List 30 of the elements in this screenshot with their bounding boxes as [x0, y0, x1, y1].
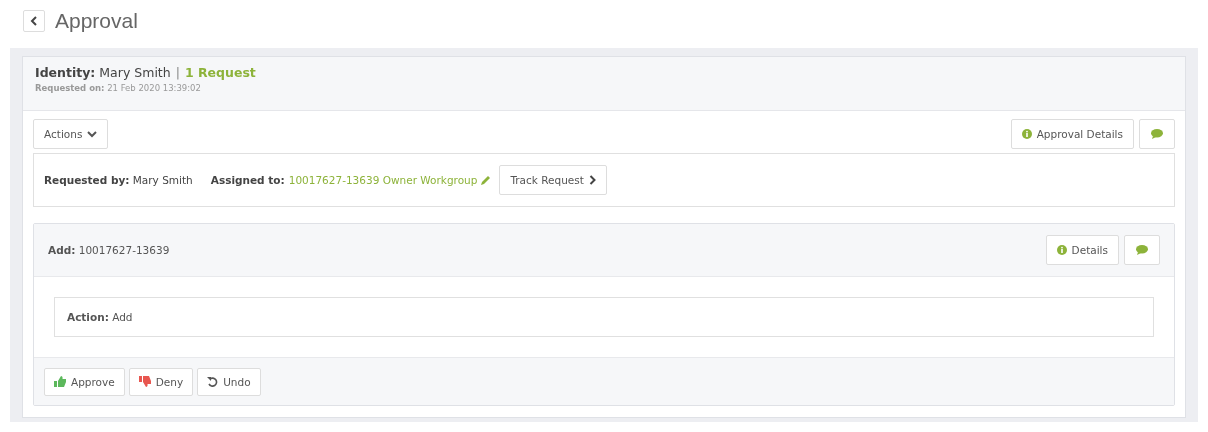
info-icon	[1021, 129, 1032, 139]
track-request-button[interactable]: Track Request	[499, 165, 607, 195]
details-button[interactable]: Details	[1045, 235, 1119, 265]
info-icon	[1056, 245, 1067, 255]
comment-button[interactable]	[1139, 119, 1175, 149]
deny-button[interactable]: Deny	[128, 367, 194, 396]
chevron-down-icon	[87, 130, 98, 138]
approval-details-button[interactable]: Approval Details	[1010, 119, 1134, 149]
chevron-right-icon	[588, 175, 596, 185]
undo-icon	[207, 376, 219, 387]
undo-button[interactable]: Undo	[197, 367, 261, 396]
thumbs-down-icon	[138, 376, 151, 387]
item-title: Add: 10017627-13639	[48, 244, 170, 256]
assigned-to-label: Assigned to:	[210, 174, 285, 186]
speech-bubble-icon	[1151, 129, 1163, 139]
requested-by-text: Requested by: Mary Smith	[44, 174, 193, 186]
back-button[interactable]	[23, 10, 45, 32]
thumbs-up-icon	[54, 376, 66, 387]
action-text: Action: Add	[67, 311, 133, 323]
comment-button[interactable]	[1124, 235, 1160, 265]
actions-dropdown[interactable]: Actions	[33, 119, 109, 149]
requested-on-text: Requested on: 21 Feb 2020 13:39:02	[35, 83, 202, 93]
identity-text: Identity: Mary Smith	[35, 65, 171, 80]
speech-bubble-icon	[1136, 245, 1148, 255]
approve-button[interactable]: Approve	[44, 367, 125, 396]
separator-text: |	[175, 65, 180, 80]
request-count: 1 Request	[184, 65, 256, 80]
chevron-left-icon	[30, 16, 38, 26]
page-title: Approval	[55, 9, 138, 33]
pencil-icon[interactable]	[481, 175, 492, 185]
